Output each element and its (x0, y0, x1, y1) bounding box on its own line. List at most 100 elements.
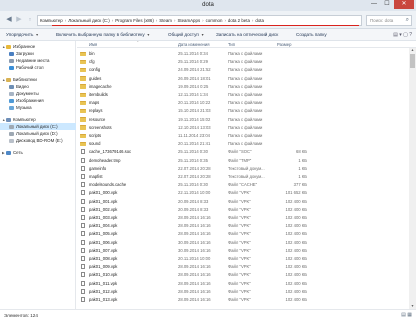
breadcrumb-separator-icon[interactable]: › (156, 18, 157, 23)
nav-item-desktop[interactable]: Рабочий стол (0, 64, 76, 71)
search-input[interactable]: Поиск: dota ⌕ (366, 15, 412, 26)
scrollbar-thumb[interactable] (410, 54, 415, 68)
file-name: modelsounds.cache (89, 182, 127, 188)
chevron-down-icon: ▼ (146, 33, 151, 37)
table-row[interactable]: gameinfo 22.07.2014 20:28 Текстовый докум.… (77, 165, 416, 172)
breadcrumb-item[interactable]: Program Files (x86) (115, 18, 154, 23)
breadcrumb-separator-icon[interactable]: › (174, 18, 175, 23)
table-row[interactable]: screenshots 12.10.2014 13:03 Папка с файла… (77, 124, 416, 131)
file-icon (81, 239, 85, 245)
nav-item-music[interactable]: Музыка (0, 104, 76, 111)
breadcrumb-item[interactable]: SteamApps (177, 18, 200, 23)
nav-item-label: Сеть (13, 150, 23, 155)
breadcrumb-item[interactable]: Steam (159, 18, 172, 23)
address-bar: ◀ ▶ ↑ Компьютер › Локальный диск (C:) › Prog… (0, 11, 416, 29)
breadcrumb-item[interactable]: dota (255, 18, 264, 23)
folder-icon (80, 133, 86, 138)
back-arrow-icon[interactable]: ◀ (4, 15, 14, 25)
breadcrumb-separator-icon[interactable]: › (65, 18, 66, 23)
minimize-button[interactable]: — (368, 0, 380, 9)
vertical-scrollbar[interactable]: ▲ ▼ (409, 48, 416, 309)
share-label: Общий доступ (168, 32, 199, 37)
sort-asc-icon: ^ (137, 40, 139, 44)
new-folder-button[interactable]: Создать папку (296, 31, 327, 39)
table-row[interactable]: itembuilds 12.11.2014 1:34 Папка с файлами (77, 91, 416, 98)
breadcrumb[interactable]: Компьютер › Локальный диск (C:) › Program Fi… (37, 15, 362, 26)
close-button[interactable]: ✕ (394, 0, 414, 9)
share-button[interactable]: Общий доступ ▼ (168, 31, 204, 39)
table-row[interactable]: bin 25.11.2014 0:34 Папка с файлами (77, 50, 416, 57)
table-row[interactable]: pak01_002.vpk 20.09.2014 8:33 Файл "VPK" 10… (77, 206, 416, 213)
file-type: Файл "VPK" (228, 215, 251, 220)
table-row[interactable]: cache_173679146.soc 25.11.2014 0:30 Файл "… (77, 148, 416, 155)
table-row[interactable]: pak01_012.vpk 28.09.2014 16:16 Файл "VPK" 1… (77, 288, 416, 295)
column-name[interactable]: Имя (89, 42, 97, 47)
breadcrumb-item[interactable]: Локальный диск (C:) (68, 18, 110, 23)
table-row[interactable]: replays 15.10.2014 21:03 Папка с файлами (77, 107, 416, 114)
nav-item-recent-places[interactable]: Недавние места (0, 57, 76, 64)
table-row[interactable]: pak01_008.vpk 20.11.2014 10:00 Файл "VPK" 1… (77, 255, 416, 262)
breadcrumb-item[interactable]: dota 2 beta (228, 18, 250, 23)
table-row[interactable]: pak01_006.vpk 30.09.2014 16:16 Файл "VPK" 1… (77, 239, 416, 246)
nav-item-optical-drive[interactable]: Дисковод BD-ROM (E:) (0, 137, 76, 144)
column-date[interactable]: Дата изменения (178, 42, 209, 47)
breadcrumb-separator-icon[interactable]: › (112, 18, 113, 23)
file-type: Файл "VPK" (228, 280, 251, 286)
nav-item-images[interactable]: Изображения (0, 97, 76, 104)
nav-item-drive[interactable]: Локальный диск (C:) (0, 123, 76, 130)
view-options-icons[interactable]: ▤ ▾ ▢ ? (393, 31, 412, 39)
nav-item-network[interactable]: ▶ Сеть (0, 149, 76, 156)
column-type[interactable]: Тип (228, 42, 235, 47)
file-type: Текстовый докум... (228, 165, 265, 171)
table-row[interactable]: imagecache 19.09.2014 0:25 Папка с файлами (77, 83, 416, 90)
up-arrow-icon[interactable]: ↑ (25, 15, 35, 25)
include-in-library-label: Включить выбранную папку в библиотеку (56, 32, 145, 37)
nav-item-video[interactable]: Видео (0, 83, 76, 90)
table-row[interactable]: sound 20.11.2014 21:41 Папка с файлами (77, 140, 416, 147)
organize-button[interactable]: Упорядочить ▼ (6, 31, 39, 39)
breadcrumb-separator-icon[interactable]: › (202, 18, 203, 23)
table-row[interactable]: scripts 11.11.2014 23:04 Папка с файлами (77, 132, 416, 139)
breadcrumb-item[interactable]: Компьютер (40, 18, 63, 23)
table-row[interactable]: pak01_005.vpk 28.09.2014 16:16 Файл "VPK" 1… (77, 230, 416, 237)
table-row[interactable]: pak01_013.vpk 28.09.2014 16:16 Файл "VPK" 1… (77, 296, 416, 303)
table-row[interactable]: demoheader.tmp 25.11.2014 0:35 Файл "TMP" 1… (77, 157, 416, 164)
breadcrumb-item[interactable]: common (206, 18, 223, 23)
table-row[interactable]: pak01_010.vpk 28.09.2014 16:16 Файл "VPK" 1… (77, 271, 416, 278)
table-row[interactable]: pak01_003.vpk 28.09.2014 16:16 Файл "VPK" 1… (77, 214, 416, 221)
table-row[interactable]: maps 20.11.2014 10:22 Папка с файлами (77, 99, 416, 106)
breadcrumb-path: Компьютер › Локальный диск (C:) › Program Fi… (40, 18, 264, 23)
nav-item-libraries[interactable]: ▲ Библиотеки (0, 76, 76, 83)
table-row[interactable]: resource 19.11.2014 15:02 Папка с файлами (77, 116, 416, 123)
file-size: 102 400 КБ (285, 264, 308, 270)
file-type: Папка с файлами (228, 100, 263, 106)
file-date: 25.11.2014 0:34 (178, 51, 208, 56)
nav-item-computer[interactable]: ▲ Компьютер (0, 116, 76, 123)
maximize-button[interactable]: ☐ (381, 0, 393, 9)
table-row[interactable]: pak01_000.vpk 22.11.2014 10:00 Файл "VPK" 1… (77, 189, 416, 196)
table-row[interactable]: mapfist 22.07.2014 20:28 Текстовый докум..… (77, 173, 416, 180)
column-size[interactable]: Размер (277, 42, 291, 47)
burn-disc-button[interactable]: Записать на оптический диск (216, 31, 278, 39)
table-row[interactable]: modelsounds.cache 25.11.2014 0:30 Файл "CA… (77, 181, 416, 188)
include-in-library-button[interactable]: Включить выбранную папку в библиотеку ▼ (56, 31, 150, 39)
table-row[interactable]: pak01_007.vpk 30.09.2014 16:16 Файл "VPK" 1… (77, 247, 416, 254)
nav-item-downloads[interactable]: Загрузки (0, 50, 76, 57)
forward-arrow-icon[interactable]: ▶ (14, 15, 24, 25)
table-row[interactable]: pak01_001.vpk 20.09.2014 8:33 Файл "VPK" 10… (77, 198, 416, 205)
table-row[interactable]: pak01_009.vpk 28.09.2014 16:16 Файл "VPK" 1… (77, 263, 416, 270)
table-row[interactable]: guides 26.09.2014 18:01 Папка с файлами (77, 75, 416, 82)
breadcrumb-separator-icon[interactable]: › (252, 18, 253, 23)
file-date: 28.09.2014 16:16 (178, 280, 211, 286)
nav-item-star[interactable]: ▲ Избранное (0, 43, 76, 50)
table-row[interactable]: pak01_004.vpk 28.09.2014 16:16 Файл "VPK" 1… (77, 222, 416, 229)
nav-item-documents[interactable]: Документы (0, 90, 76, 97)
table-row[interactable]: cfg 25.11.2014 0:29 Папка с файлами (77, 58, 416, 65)
nav-item-drive[interactable]: Локальный диск (D:) (0, 130, 76, 137)
table-row[interactable]: config 24.09.2014 21:52 Папка с файлами (77, 66, 416, 73)
scroll-up-icon[interactable]: ▲ (409, 48, 416, 53)
file-type: Папка с файлами (228, 108, 263, 114)
table-row[interactable]: pak01_011.vpk 28.09.2014 16:16 Файл "VPK" 1… (77, 280, 416, 287)
breadcrumb-separator-icon[interactable]: › (224, 18, 225, 23)
view-toggle-icons[interactable]: ▤ ▦ (401, 312, 412, 318)
